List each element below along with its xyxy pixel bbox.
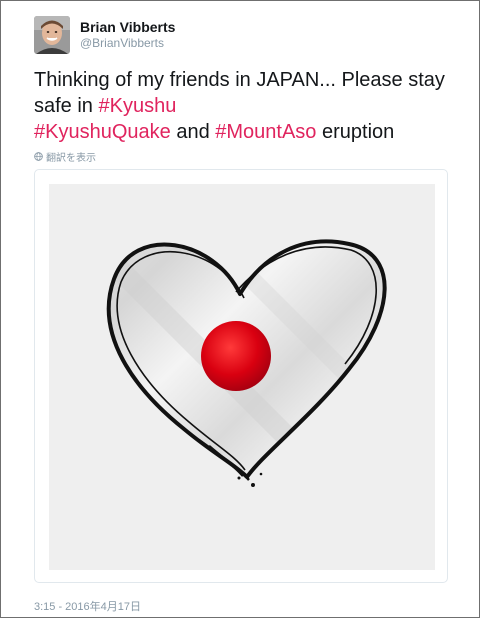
tweet-text-segment: and (170, 121, 216, 143)
tweet-text-segment: safe in (34, 95, 99, 117)
hashtag-mountaso-link[interactable]: #MountAso (215, 121, 316, 143)
tweet-text-segment: eruption (316, 121, 395, 143)
author-handle[interactable]: @BrianVibberts (80, 36, 175, 51)
tweet-timestamp[interactable]: 3:15 - 2016年4月17日 (34, 598, 141, 614)
translate-link[interactable]: 翻訳を表示 (34, 149, 96, 164)
globe-icon (34, 152, 43, 161)
tweet-line-3: #KyushuQuake and #MountAso eruption (34, 119, 474, 145)
tweet-frame: Brian Vibberts @BrianVibberts Thinking o… (0, 0, 480, 618)
author-display-name[interactable]: Brian Vibberts (80, 19, 175, 36)
heart-japan-flag-image[interactable] (49, 184, 435, 570)
author-names: Brian Vibberts @BrianVibberts (80, 19, 175, 51)
tweet-line-2: safe in #Kyushu (34, 93, 474, 119)
translate-label[interactable]: 翻訳を表示 (46, 149, 96, 164)
hashtag-kyushuquake-link[interactable]: #KyushuQuake (34, 121, 171, 143)
tweet-header: Brian Vibberts @BrianVibberts (34, 15, 175, 55)
tweet-text: Thinking of my friends in JAPAN... Pleas… (34, 67, 474, 145)
hashtag-kyushu-link[interactable]: #Kyushu (98, 95, 176, 117)
avatar[interactable] (34, 16, 70, 54)
media-card[interactable] (34, 169, 448, 583)
tweet-line-1: Thinking of my friends in JAPAN... Pleas… (34, 69, 445, 91)
